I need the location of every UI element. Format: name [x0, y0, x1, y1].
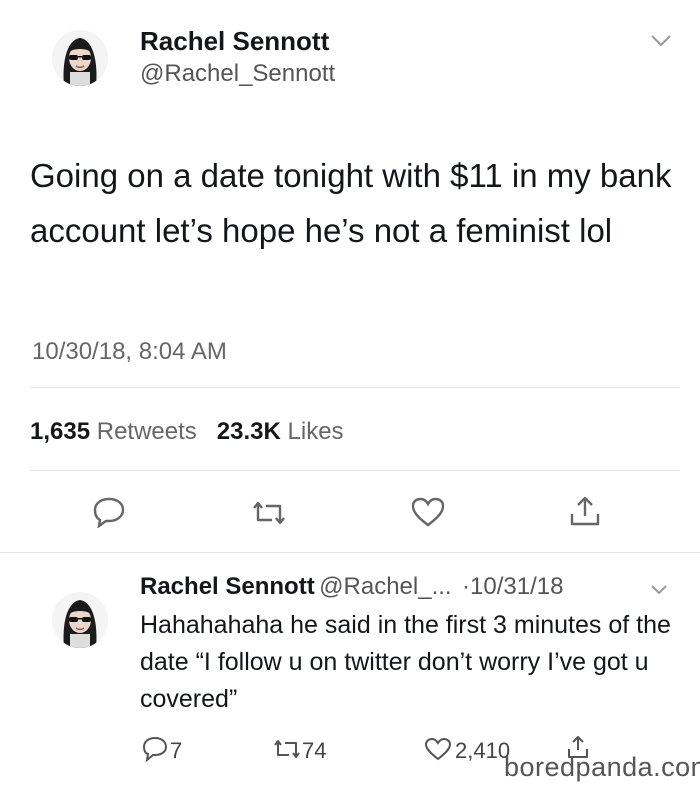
reply-like-icon[interactable] [424, 737, 452, 761]
divider [30, 387, 680, 388]
reply-reply-icon[interactable] [142, 736, 168, 762]
reply-text: Hahahahaha he said in the first 3 minute… [140, 611, 671, 713]
chevron-down-icon[interactable] [650, 34, 672, 48]
divider [0, 552, 700, 553]
divider [30, 470, 680, 471]
reply-author-handle[interactable]: @Rachel_... [319, 573, 451, 600]
retweets-count: 1,635 [30, 418, 91, 445]
likes-stat[interactable]: 23.3K Likes [217, 418, 344, 445]
reply-retweet-count: 74 [302, 738, 327, 763]
likes-label: Likes [287, 418, 344, 445]
retweets-stat[interactable]: 1,635 Retweets [30, 418, 197, 445]
likes-count: 23.3K [216, 418, 281, 445]
retweets-label: Retweets [96, 418, 197, 445]
reply-author-name[interactable]: Rachel Sennott [140, 573, 315, 600]
author-avatar[interactable] [52, 30, 108, 86]
reply-retweet-icon[interactable] [272, 738, 302, 760]
retweet-icon[interactable] [250, 500, 288, 526]
author-name[interactable]: Rachel Sennott [140, 26, 329, 57]
reply-reply-count: 7 [170, 738, 183, 763]
reply-author-avatar[interactable] [52, 592, 108, 648]
share-icon[interactable] [568, 494, 602, 528]
like-icon[interactable] [410, 496, 446, 528]
reply-header: Rachel Sennott @Rachel_... ·10/31/18 [140, 573, 563, 601]
reply-like-count: 2,410 [455, 738, 511, 763]
reply-date[interactable]: ·10/31/18 [462, 573, 563, 600]
watermark: boredpanda.com [504, 752, 700, 782]
tweet-stats: 1,635 Retweets 23.3K Likes [30, 418, 344, 446]
reply-chevron-down-icon[interactable] [650, 584, 668, 596]
reply-icon[interactable] [92, 496, 126, 528]
author-handle[interactable]: @Rachel_Sennott [140, 60, 335, 88]
tweet-text: Going on a date tonight with $11 in my b… [30, 157, 672, 249]
tweet-timestamp[interactable]: 10/30/18, 8:04 AM [32, 338, 227, 366]
